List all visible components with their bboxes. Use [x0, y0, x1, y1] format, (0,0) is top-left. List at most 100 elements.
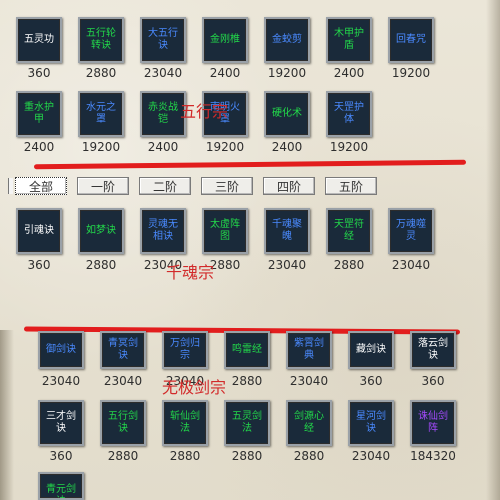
skill-slot[interactable]: 引魂诀 — [16, 208, 62, 254]
skill-name: 五灵剑法 — [232, 411, 262, 434]
skill-price: 23040 — [267, 258, 307, 272]
skill-slot[interactable]: 大五行诀 — [140, 17, 186, 63]
skill-name: 五行轮转诀 — [86, 28, 116, 51]
skill-price: 360 — [27, 258, 51, 272]
skill-name: 御剑诀 — [46, 344, 76, 355]
skill-slot[interactable]: 五行轮转诀 — [78, 17, 124, 63]
skill-price: 2880 — [85, 66, 117, 80]
skill-name: 太虚阵图 — [210, 219, 240, 242]
skill-slot[interactable]: 金刚椎 — [202, 17, 248, 63]
skill-price: 23040 — [351, 449, 391, 463]
skill-price: 19200 — [329, 140, 369, 154]
skill-price: 23040 — [41, 374, 81, 388]
skill-name: 诛仙剑阵 — [418, 411, 448, 434]
skill-slot[interactable]: 五灵功 — [16, 17, 62, 63]
skill-slot[interactable]: 灵魂无相诀 — [140, 208, 186, 254]
skill-slot[interactable]: 落云剑诀 — [410, 331, 456, 369]
skill-slot[interactable]: 星河剑诀 — [348, 400, 394, 446]
skill-price: 2880 — [85, 258, 117, 272]
skill-slot[interactable]: 五行剑诀 — [100, 400, 146, 446]
skill-name: 星河剑诀 — [356, 411, 386, 434]
skill-name: 赤炎战铠 — [148, 102, 178, 125]
tab-tier-2[interactable]: 二阶 — [139, 177, 191, 195]
skill-slot[interactable]: 青元剑诀 — [38, 472, 84, 500]
skill-slot[interactable]: 万魂噬灵 — [388, 208, 434, 254]
skill-price: 2880 — [333, 258, 365, 272]
skill-price: 360 — [49, 449, 73, 463]
skill-name: 金蛟剪 — [272, 34, 302, 45]
skill-slot[interactable]: 藏剑诀 — [348, 331, 394, 369]
skill-name: 木甲护盾 — [334, 28, 364, 51]
skill-slot[interactable]: 太虚阵图 — [202, 208, 248, 254]
skill-slot[interactable]: 水元之罩 — [78, 91, 124, 137]
skill-name: 藏剑诀 — [356, 344, 386, 355]
skill-name: 天罡护体 — [334, 102, 364, 125]
skill-slot[interactable]: 斩仙剑法 — [162, 400, 208, 446]
skill-slot[interactable]: 天罡符经 — [326, 208, 372, 254]
skill-slot[interactable]: 万剑归宗 — [162, 331, 208, 369]
tab-tier-5[interactable]: 五阶 — [325, 177, 377, 195]
skill-slot[interactable]: 金蛟剪 — [264, 17, 310, 63]
skill-price: 23040 — [103, 374, 143, 388]
skill-name: 万魂噬灵 — [396, 219, 426, 242]
skill-slot[interactable]: 如梦诀 — [78, 208, 124, 254]
skill-slot[interactable]: 紫霄剑典 — [286, 331, 332, 369]
tab-tier-4[interactable]: 四阶 — [263, 177, 315, 195]
skill-name: 千魂聚魄 — [272, 219, 302, 242]
skill-name: 天罡符经 — [334, 219, 364, 242]
skill-price: 2400 — [209, 66, 241, 80]
skill-slot[interactable]: 鸣雷经 — [224, 331, 270, 369]
skill-name: 青冥剑诀 — [108, 338, 138, 361]
skill-price: 23040 — [289, 374, 329, 388]
skill-price: 19200 — [205, 140, 245, 154]
skill-name: 回春咒 — [396, 34, 426, 45]
skill-price: 23040 — [391, 258, 431, 272]
skill-slot[interactable]: 千魂聚魄 — [264, 208, 310, 254]
section-annotation-wuji: 无极剑宗 — [162, 378, 227, 397]
skill-name: 金刚椎 — [210, 34, 240, 45]
skill-name: 斩仙剑法 — [170, 411, 200, 434]
skill-name: 五行剑诀 — [108, 411, 138, 434]
skill-name: 硬化术 — [272, 108, 302, 119]
skill-name: 如梦诀 — [86, 225, 116, 236]
skill-slot[interactable]: 三才剑诀 — [38, 400, 84, 446]
section-annotation-qianhun: 千魂宗 — [166, 263, 215, 282]
skill-slot[interactable]: 硬化术 — [264, 91, 310, 137]
tab-tier-1[interactable]: 一阶 — [77, 177, 129, 195]
skill-price: 2880 — [293, 449, 325, 463]
skill-name: 青元剑诀 — [46, 484, 76, 498]
page-edge-shadow — [486, 0, 500, 500]
skill-price: 184320 — [410, 449, 456, 463]
skill-slot[interactable]: 诛仙剑阵 — [410, 400, 456, 446]
left-edge-shadow — [0, 330, 14, 500]
skill-name: 万剑归宗 — [170, 338, 200, 361]
skill-slot[interactable]: 木甲护盾 — [326, 17, 372, 63]
skill-slot[interactable]: 重水护甲 — [16, 91, 62, 137]
skill-price: 2400 — [271, 140, 303, 154]
skill-name: 剑源心经 — [294, 411, 324, 434]
tab-all[interactable]: 全部 — [15, 177, 67, 195]
skill-name: 落云剑诀 — [418, 338, 448, 361]
section-annotation-wuxing: 五行宗 — [180, 102, 229, 121]
skill-slot[interactable]: 御剑诀 — [38, 331, 84, 369]
skill-price: 2400 — [333, 66, 365, 80]
skill-name: 大五行诀 — [148, 28, 178, 51]
skill-name: 紫霄剑典 — [294, 338, 324, 361]
skill-slot[interactable]: 剑源心经 — [286, 400, 332, 446]
skill-price: 19200 — [391, 66, 431, 80]
skill-price: 19200 — [81, 140, 121, 154]
skill-slot[interactable]: 五灵剑法 — [224, 400, 270, 446]
skill-price: 2880 — [169, 449, 201, 463]
skill-slot[interactable]: 回春咒 — [388, 17, 434, 63]
skill-name: 引魂诀 — [24, 225, 54, 236]
skill-price: 23040 — [143, 66, 183, 80]
tab-tier-3[interactable]: 三阶 — [201, 177, 253, 195]
skill-name: 五灵功 — [24, 34, 54, 45]
skill-price: 2880 — [231, 449, 263, 463]
skill-price: 360 — [359, 374, 383, 388]
skill-price: 360 — [27, 66, 51, 80]
skill-slot[interactable]: 天罡护体 — [326, 91, 372, 137]
skill-name: 灵魂无相诀 — [148, 219, 178, 242]
skill-slot[interactable]: 青冥剑诀 — [100, 331, 146, 369]
skill-name: 三才剑诀 — [46, 411, 76, 434]
